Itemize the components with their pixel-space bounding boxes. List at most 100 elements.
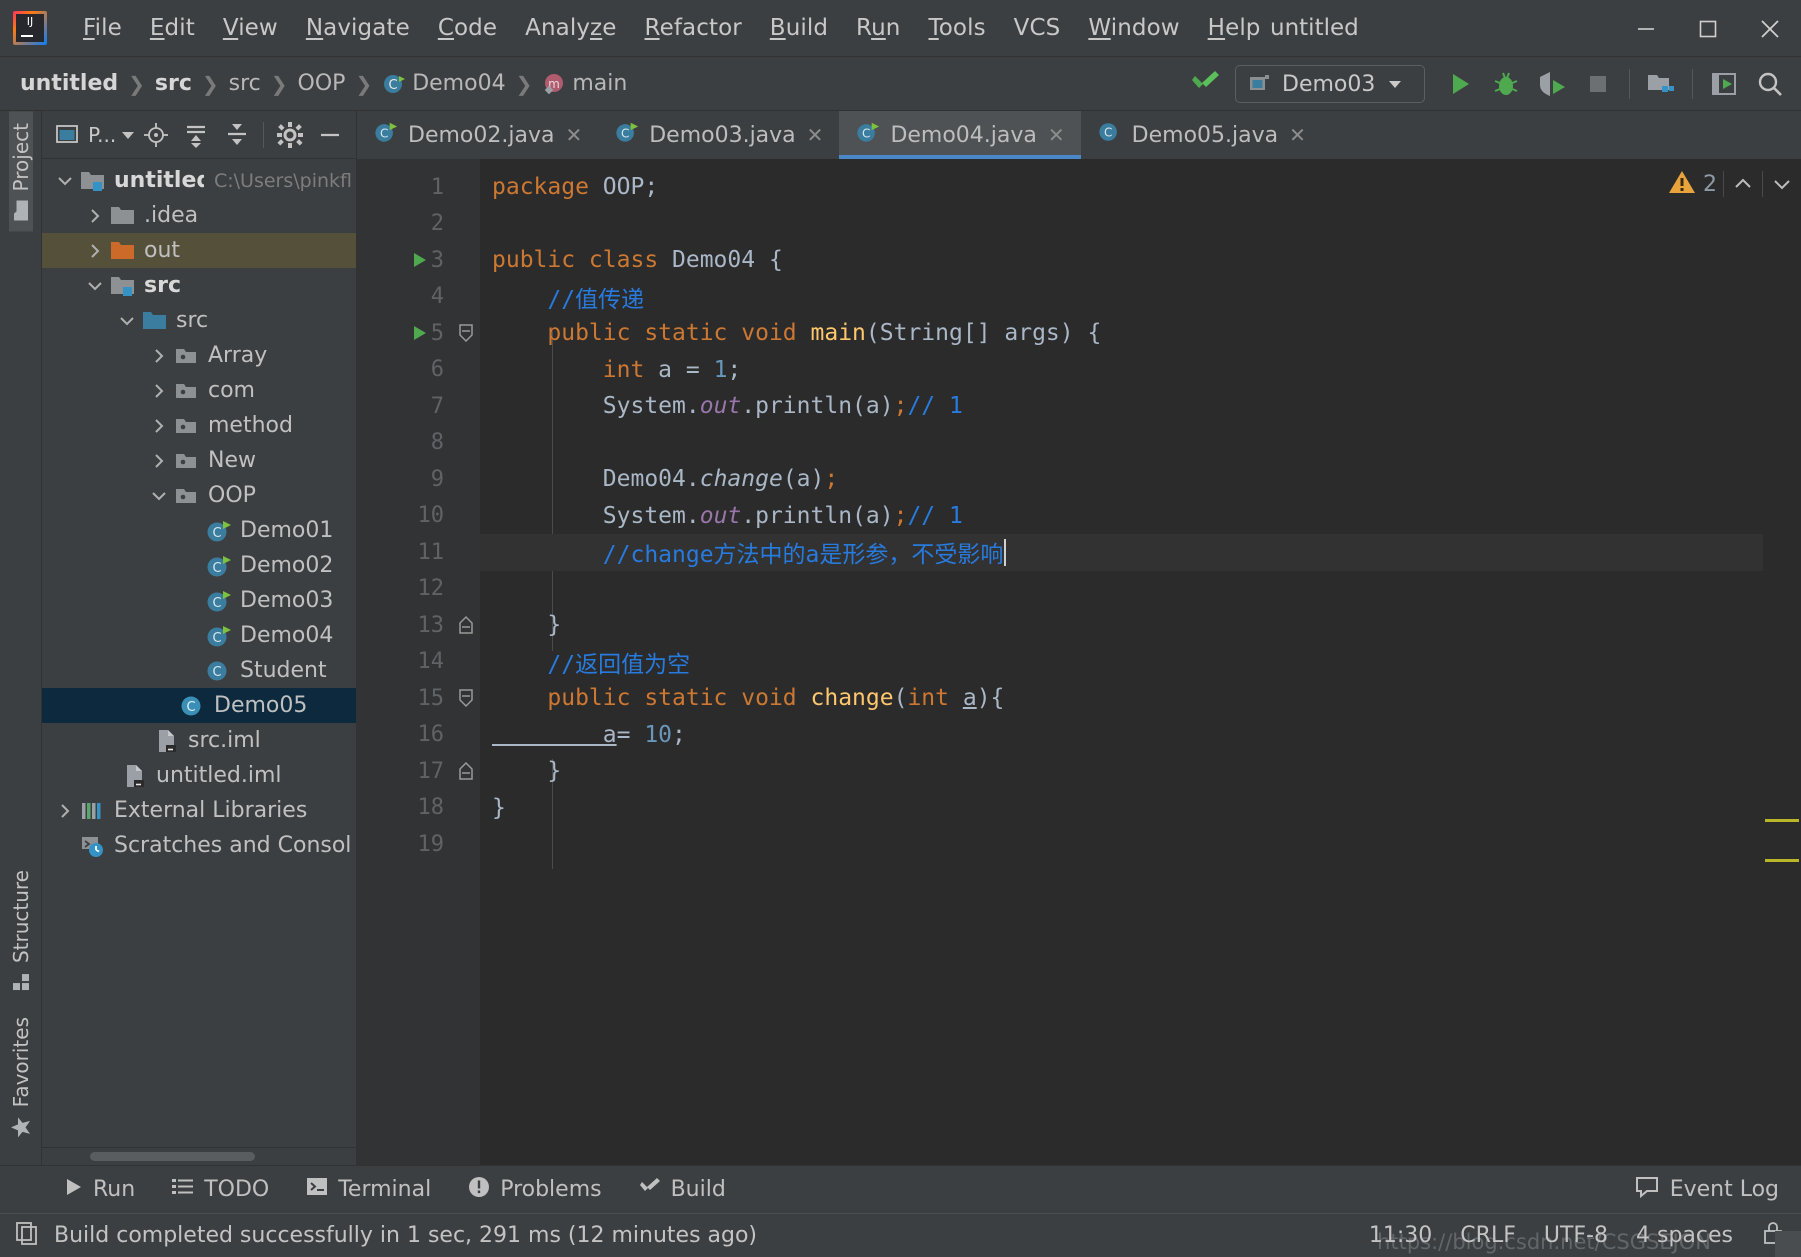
code-line-4[interactable]: //值传递 — [480, 279, 1801, 316]
breadcrumb-item-src-module[interactable]: src — [149, 69, 198, 98]
run-with-coverage-button[interactable] — [1529, 61, 1575, 107]
tree-item-array[interactable]: Array — [42, 338, 356, 373]
close-icon[interactable]: ✕ — [1289, 123, 1306, 147]
fold-region-start-change[interactable] — [452, 680, 480, 717]
tree-item-demo01[interactable]: C Demo01 — [42, 513, 356, 548]
bottom-tab-problems[interactable]: Problems — [449, 1175, 619, 1205]
stop-button[interactable] — [1575, 61, 1621, 107]
editor-fold-column[interactable] — [452, 159, 480, 1165]
code-line-3[interactable]: public class Demo04 { — [480, 242, 1801, 279]
hide-panel-button[interactable] — [310, 115, 350, 155]
menu-window[interactable]: Window — [1074, 11, 1193, 45]
status-line-separator[interactable]: CRLF — [1460, 1223, 1516, 1248]
tree-item-idea[interactable]: .idea — [42, 198, 356, 233]
chevron-right-icon[interactable] — [146, 347, 172, 365]
chevron-right-icon[interactable] — [52, 802, 78, 820]
event-log-button[interactable]: Event Log — [1634, 1174, 1779, 1206]
close-icon[interactable]: ✕ — [1048, 123, 1065, 147]
chevron-right-icon[interactable] — [82, 242, 108, 260]
menu-file[interactable]: File — [69, 11, 136, 45]
scrollbar-thumb[interactable] — [90, 1152, 255, 1161]
menu-run[interactable]: Run — [842, 11, 914, 45]
run-method-gutter-icon[interactable] — [409, 323, 429, 343]
run-class-gutter-icon[interactable] — [409, 250, 429, 270]
tree-item-demo05[interactable]: C Demo05 — [42, 688, 356, 723]
chevron-right-icon[interactable] — [146, 382, 172, 400]
status-time[interactable]: 11:30 — [1369, 1223, 1432, 1248]
menu-build[interactable]: Build — [756, 11, 842, 45]
bottom-tab-run[interactable]: Run — [44, 1176, 153, 1204]
debug-button[interactable] — [1483, 61, 1529, 107]
tree-item-untitled-iml[interactable]: untitled.iml — [42, 758, 356, 793]
project-tree-horizontal-scrollbar[interactable] — [42, 1147, 356, 1165]
locate-file-button[interactable] — [136, 115, 176, 155]
editor-tab-demo05[interactable]: C Demo05.java ✕ — [1081, 111, 1322, 159]
editor-tab-demo02[interactable]: C Demo02.java ✕ — [357, 111, 598, 159]
fold-region-end-main[interactable] — [452, 607, 480, 644]
code-line-8[interactable] — [480, 425, 1801, 462]
tree-item-out[interactable]: out — [42, 233, 356, 268]
menu-edit[interactable]: Edit — [136, 11, 209, 45]
code-line-13[interactable]: } — [480, 607, 1801, 644]
menu-help[interactable]: Help — [1194, 11, 1275, 45]
chevron-down-icon[interactable] — [114, 312, 140, 330]
menu-navigate[interactable]: Navigate — [292, 11, 424, 45]
tree-item-oop[interactable]: OOP — [42, 478, 356, 513]
maximize-icon[interactable] — [1677, 0, 1739, 57]
close-icon[interactable]: ✕ — [565, 123, 582, 147]
search-everywhere-button[interactable] — [1747, 61, 1793, 107]
tree-item-external-libraries[interactable]: External Libraries — [42, 793, 356, 828]
close-icon[interactable]: ✕ — [807, 123, 824, 147]
breadcrumb-item-src-folder[interactable]: src — [223, 69, 267, 98]
project-structure-button[interactable] — [1638, 61, 1684, 107]
sidebar-item-favorites[interactable]: Favorites — [9, 1005, 33, 1151]
code-line-5[interactable]: public static void main(String[] args) { — [480, 315, 1801, 352]
code-line-18[interactable]: } — [480, 790, 1801, 827]
run-button[interactable] — [1437, 61, 1483, 107]
project-view-selector[interactable] — [48, 115, 88, 155]
tree-item-com[interactable]: com — [42, 373, 356, 408]
editor-tab-demo03[interactable]: C Demo03.java ✕ — [598, 111, 839, 159]
chevron-right-icon[interactable] — [146, 417, 172, 435]
fold-region-start-main[interactable] — [452, 315, 480, 352]
breadcrumb-item-demo04[interactable]: C Demo04 — [376, 69, 511, 98]
menu-tools[interactable]: Tools — [914, 11, 999, 45]
editor-tab-demo04[interactable]: C Demo04.java ✕ — [839, 111, 1081, 159]
code-line-14[interactable]: //返回值为空 — [480, 644, 1801, 681]
chevron-down-icon[interactable] — [146, 487, 172, 505]
next-problem-icon[interactable] — [1769, 172, 1795, 196]
inspection-stripe[interactable] — [1763, 159, 1801, 1165]
tree-item-student[interactable]: C Student — [42, 653, 356, 688]
tree-item-scratches[interactable]: Scratches and Consoles — [42, 828, 356, 863]
tree-item-method[interactable]: method — [42, 408, 356, 443]
status-indent[interactable]: 4 spaces — [1636, 1223, 1733, 1248]
inspection-widget[interactable]: 2 — [1667, 167, 1795, 201]
status-encoding[interactable]: UTF-8 — [1544, 1223, 1608, 1248]
fold-region-end-change[interactable] — [452, 753, 480, 790]
code-line-7[interactable]: System. out .println(a);// 1 — [480, 388, 1801, 425]
chevron-right-icon[interactable] — [146, 452, 172, 470]
code-line-6[interactable]: int a = 1; — [480, 352, 1801, 389]
update-button[interactable] — [1701, 61, 1747, 107]
code-line-11[interactable]: //change方法中的a是形参，不受影响 — [480, 534, 1801, 571]
bottom-tab-terminal[interactable]: Terminal — [287, 1176, 449, 1204]
code-editor[interactable]: 1 2 3 4 5 6 7 8 9 10 11 12 13 14 15 16 1… — [357, 159, 1801, 1165]
tree-item-new[interactable]: New — [42, 443, 356, 478]
menu-analyze[interactable]: Analyze — [511, 11, 630, 45]
copy-icon[interactable] — [14, 1220, 40, 1252]
code-line-2[interactable] — [480, 206, 1801, 243]
warning-stripe-marker[interactable] — [1765, 819, 1799, 822]
code-line-17[interactable]: } — [480, 753, 1801, 790]
gear-icon[interactable] — [270, 115, 310, 155]
menu-vcs[interactable]: VCS — [1000, 11, 1075, 45]
warning-stripe-marker[interactable] — [1765, 859, 1799, 862]
tree-item-src-module[interactable]: src — [42, 268, 356, 303]
sidebar-item-structure[interactable]: Structure — [9, 858, 33, 1005]
breadcrumb-item-untitled[interactable]: untitled — [14, 69, 124, 98]
menu-refactor[interactable]: Refactor — [631, 11, 756, 45]
expand-all-button[interactable] — [176, 115, 216, 155]
minimize-icon[interactable] — [1615, 0, 1677, 57]
tree-item-demo04[interactable]: C Demo04 — [42, 618, 356, 653]
code-line-10[interactable]: System. out .println(a);// 1 — [480, 498, 1801, 535]
code-line-12[interactable] — [480, 571, 1801, 608]
